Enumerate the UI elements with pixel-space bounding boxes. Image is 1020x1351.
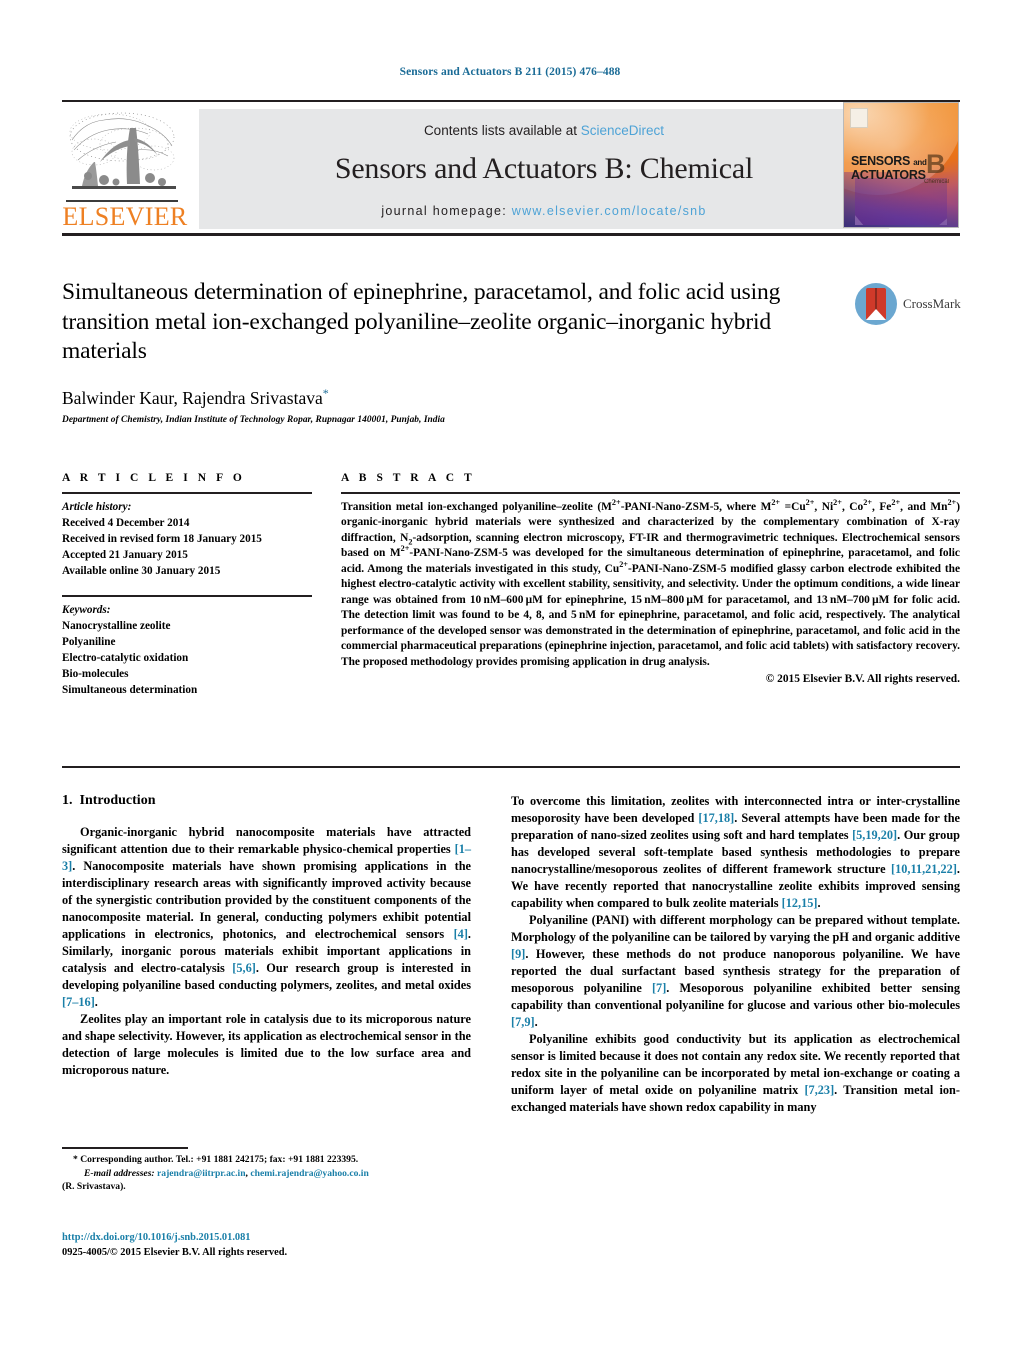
doi-link[interactable]: http://dx.doi.org/10.1016/j.snb.2015.01.… (62, 1230, 482, 1245)
keyword-item: Electro-catalytic oxidation (62, 651, 189, 664)
footnote-block: * Corresponding author. Tel.: +91 1881 2… (62, 1153, 482, 1194)
crossmark-badge[interactable]: CrossMark (855, 283, 961, 329)
body-paragraph: Polyaniline (PANI) with different morpho… (511, 913, 960, 1030)
keywords-label: Keywords: (62, 604, 111, 616)
body-paragraph: Zeolites play an important role in catal… (62, 1012, 471, 1078)
journal-title: Sensors and Actuators B: Chemical (334, 152, 754, 185)
footnote-rule (62, 1147, 188, 1149)
email-owner: (R. Srivastava). (62, 1181, 126, 1193)
section-number: 1. (62, 793, 73, 808)
email-label: E-mail addresses: (84, 1167, 155, 1179)
crossmark-triangle-icon (866, 309, 886, 320)
history-item: Accepted 21 January 2015 (62, 548, 188, 561)
masthead-top-rule (62, 100, 960, 102)
author-affiliation: Department of Chemistry, Indian Institut… (62, 415, 445, 425)
corresponding-author-note: * Corresponding author. Tel.: +91 1881 2… (73, 1154, 359, 1165)
article-history-label: Article history: (62, 501, 132, 513)
cover-elsevier-mark-icon (850, 108, 868, 128)
article-title-block: Simultaneous determination of epinephrin… (62, 278, 842, 367)
abstract-copyright: © 2015 Elsevier B.V. All rights reserved… (765, 672, 960, 685)
cover-series-subtitle: Chemical (924, 179, 950, 185)
elsevier-wordmark: ELSEVIER (62, 202, 188, 231)
body-top-rule (62, 766, 960, 768)
cover-line1: SENSORS (851, 154, 911, 168)
keyword-item: Nanocrystalline zeolite (62, 619, 171, 632)
cover-journal-name: SENSORS and ACTUATORS (851, 154, 929, 182)
author-list: Balwinder Kaur, Rajendra Srivastava* (62, 386, 329, 409)
journal-homepage-line: journal homepage: www.elsevier.com/locat… (199, 204, 889, 218)
elsevier-logo[interactable]: ELSEVIER (62, 108, 188, 230)
keywords-rule (62, 595, 312, 597)
body-paragraph: Organic-inorganic hybrid nanocomposite m… (62, 825, 471, 1010)
article-info-rule (62, 492, 312, 494)
section-title: Introduction (79, 793, 156, 808)
section-heading-introduction: 1. Introduction (62, 793, 155, 809)
masthead-bottom-rule (62, 233, 960, 236)
issn-copyright-line: 0925-4005/© 2015 Elsevier B.V. All right… (62, 1247, 288, 1259)
keyword-item: Bio-molecules (62, 667, 129, 680)
journal-cover-thumbnail[interactable]: SENSORS and ACTUATORS B Chemical (843, 102, 959, 228)
crossmark-circle-icon (855, 283, 897, 325)
sciencedirect-link[interactable]: ScienceDirect (581, 123, 664, 138)
homepage-prefix: journal homepage: (381, 204, 512, 218)
body-paragraph: To overcome this limitation, zeolites wi… (511, 794, 960, 911)
email-link-1[interactable]: rajendra@iitrpr.ac.in (157, 1168, 246, 1179)
keywords-block: Keywords: Nanocrystalline zeolite Polyan… (62, 603, 312, 698)
corresponding-author-marker: * (322, 386, 329, 400)
keyword-item: Simultaneous determination (62, 683, 198, 696)
doi-block: http://dx.doi.org/10.1016/j.snb.2015.01.… (62, 1230, 482, 1260)
journal-homepage-link[interactable]: www.elsevier.com/locate/snb (512, 204, 707, 218)
cover-line2: ACTUATORS (851, 167, 926, 182)
journal-masthead: ELSEVIER Contents lists available at Sci… (62, 100, 960, 236)
abstract-paragraph: Transition metal ion-exchanged polyanili… (341, 498, 960, 668)
page-title: Simultaneous determination of epinephrin… (62, 279, 781, 365)
journal-article-page: Sensors and Actuators B 211 (2015) 476–4… (0, 0, 1020, 1351)
keyword-item: Polyaniline (62, 635, 116, 648)
article-info-heading: A R T I C L E I N F O (62, 472, 246, 484)
cover-series-letter: B (926, 149, 946, 179)
elsevier-tree-icon (64, 110, 184, 203)
abstract-heading: A B S T R A C T (341, 472, 476, 484)
running-head: Sensors and Actuators B 211 (2015) 476–4… (399, 66, 621, 78)
history-item: Received 4 December 2014 (62, 516, 190, 529)
cover-and: and (913, 158, 927, 167)
body-paragraph: Polyaniline exhibits good conductivity b… (511, 1032, 960, 1115)
history-item: Received in revised form 18 January 2015 (62, 532, 262, 545)
crossmark-label: CrossMark (903, 296, 961, 311)
abstract-rule (341, 492, 960, 494)
masthead-center-panel: Contents lists available at ScienceDirec… (199, 109, 889, 229)
body-column-left: Organic-inorganic hybrid nanocomposite m… (62, 824, 471, 1079)
author-names: Balwinder Kaur, Rajendra Srivastava (62, 387, 323, 408)
body-column-right: To overcome this limitation, zeolites wi… (511, 793, 960, 1116)
contents-prefix: Contents lists available at (423, 123, 581, 138)
email-link-2[interactable]: chemi.rajendra@yahoo.co.in (250, 1168, 368, 1179)
contents-lists-line: Contents lists available at ScienceDirec… (199, 123, 889, 138)
abstract-body: Transition metal ion-exchanged polyanili… (341, 498, 960, 687)
history-item: Available online 30 January 2015 (62, 564, 221, 577)
article-history-block: Article history: Received 4 December 201… (62, 500, 312, 580)
email-note: E-mail addresses: rajendra@iitrpr.ac.in,… (62, 1167, 482, 1181)
